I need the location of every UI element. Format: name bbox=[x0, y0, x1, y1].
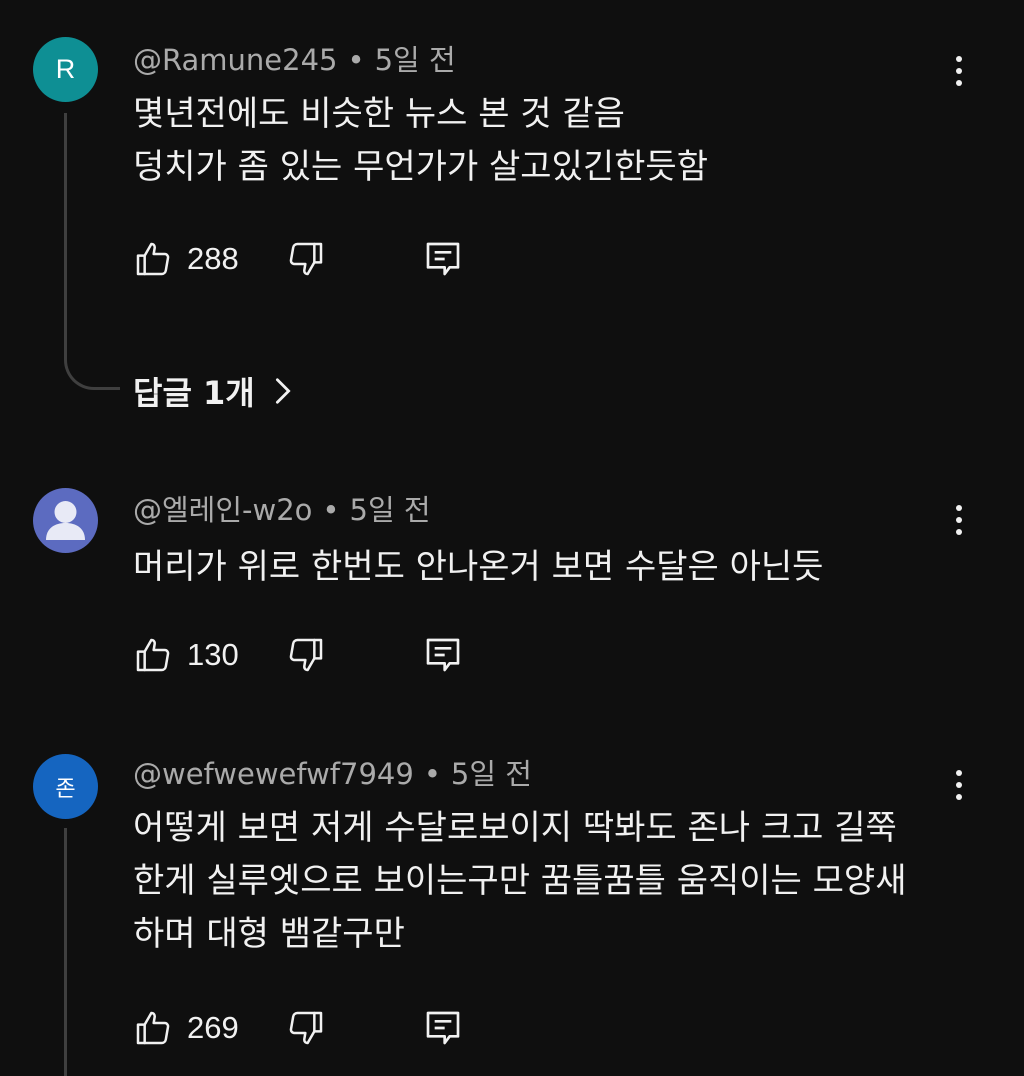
like-count: 288 bbox=[187, 241, 239, 276]
thumbs-up-icon bbox=[136, 1011, 170, 1045]
thread-line bbox=[64, 828, 67, 1076]
comment-text: 머리가 위로 한번도 안나온거 보면 수달은 아닌듯 bbox=[133, 541, 823, 594]
comment-line: 머리가 위로 한번도 안나온거 보면 수달은 아닌듯 bbox=[133, 547, 824, 587]
like-count: 269 bbox=[187, 1010, 239, 1045]
comment-text: 몇년전에도 비슷한 뉴스 본 것 같음 덩치가 좀 있는 무언가가 살고있긴한듯… bbox=[133, 88, 708, 194]
like-button[interactable]: 288 bbox=[133, 237, 239, 281]
comment-line: 한게 실루엣으로 보이는구만 꿈틀꿈틀 움직이는 모양새 bbox=[133, 861, 907, 901]
more-vertical-icon-dot bbox=[956, 794, 962, 800]
thread-connector bbox=[64, 350, 120, 390]
more-vertical-icon-dot bbox=[956, 782, 962, 788]
comment-time[interactable]: 5일 전 bbox=[451, 757, 532, 791]
comment-meta: @엘레인-w2o • 5일 전 bbox=[133, 492, 431, 528]
thumbs-down-icon bbox=[289, 1011, 323, 1045]
comment-author[interactable]: @wefwewefwf7949 bbox=[133, 757, 414, 791]
dislike-button[interactable] bbox=[286, 1006, 326, 1050]
like-count: 130 bbox=[187, 637, 239, 672]
thread-line bbox=[64, 113, 67, 353]
comment-line: 덩치가 좀 있는 무언가가 살고있긴한듯함 bbox=[133, 147, 708, 187]
thumbs-up-icon bbox=[136, 242, 170, 276]
more-options-button[interactable] bbox=[944, 49, 974, 93]
dislike-button[interactable] bbox=[286, 237, 326, 281]
more-vertical-icon-dot bbox=[956, 517, 962, 523]
like-button[interactable]: 130 bbox=[133, 633, 239, 677]
comment-time[interactable]: 5일 전 bbox=[375, 43, 456, 77]
chevron-right-icon bbox=[275, 378, 291, 404]
reply-button[interactable] bbox=[423, 237, 463, 281]
comment-meta: @Ramune245 • 5일 전 bbox=[133, 42, 456, 78]
comment-line: 어떻게 보면 저게 수달로보이지 딱봐도 존나 크고 길쭉 bbox=[133, 808, 897, 848]
comment-line: 하며 대형 뱀같구만 bbox=[133, 914, 405, 954]
reply-button[interactable] bbox=[423, 633, 463, 677]
comment-actions: 269 bbox=[133, 1006, 533, 1050]
more-vertical-icon bbox=[956, 505, 962, 511]
reply-button[interactable] bbox=[423, 1006, 463, 1050]
avatar-initial: R bbox=[55, 54, 76, 84]
more-vertical-icon-dot bbox=[956, 68, 962, 74]
meta-separator: • bbox=[322, 493, 340, 527]
default-avatar-icon bbox=[46, 501, 85, 540]
thumbs-up-icon bbox=[136, 638, 170, 672]
avatar[interactable]: R bbox=[33, 37, 98, 102]
thumbs-down-icon bbox=[289, 638, 323, 672]
dislike-button[interactable] bbox=[286, 633, 326, 677]
reply-icon bbox=[426, 638, 460, 672]
more-vertical-icon bbox=[956, 56, 962, 62]
like-button[interactable]: 269 bbox=[133, 1006, 239, 1050]
more-vertical-icon-dot bbox=[956, 80, 962, 86]
meta-separator: • bbox=[423, 757, 441, 791]
comment-text: 어떻게 보면 저게 수달로보이지 딱봐도 존나 크고 길쭉 한게 실루엣으로 보… bbox=[133, 802, 906, 961]
replies-label: 답글 1개 bbox=[133, 374, 255, 412]
comment-actions: 288 bbox=[133, 237, 533, 281]
thumbs-down-icon bbox=[289, 242, 323, 276]
reply-icon bbox=[426, 1011, 460, 1045]
more-options-button[interactable] bbox=[944, 763, 974, 807]
comment-meta: @wefwewefwf7949 • 5일 전 bbox=[133, 756, 532, 792]
reply-icon bbox=[426, 242, 460, 276]
comment-line: 몇년전에도 비슷한 뉴스 본 것 같음 bbox=[133, 94, 625, 134]
avatar[interactable] bbox=[33, 488, 98, 553]
comment-author[interactable]: @엘레인-w2o bbox=[133, 493, 312, 527]
meta-separator: • bbox=[347, 43, 365, 77]
comment-time[interactable]: 5일 전 bbox=[350, 493, 431, 527]
comment-actions: 130 bbox=[133, 633, 533, 677]
comment-author[interactable]: @Ramune245 bbox=[133, 43, 338, 77]
avatar[interactable]: 존 bbox=[33, 754, 98, 819]
avatar-initial: 존 bbox=[55, 776, 76, 802]
view-replies-button[interactable]: 답글 1개 bbox=[133, 368, 293, 414]
more-options-button[interactable] bbox=[944, 498, 974, 542]
more-vertical-icon bbox=[956, 770, 962, 776]
more-vertical-icon-dot bbox=[956, 529, 962, 535]
